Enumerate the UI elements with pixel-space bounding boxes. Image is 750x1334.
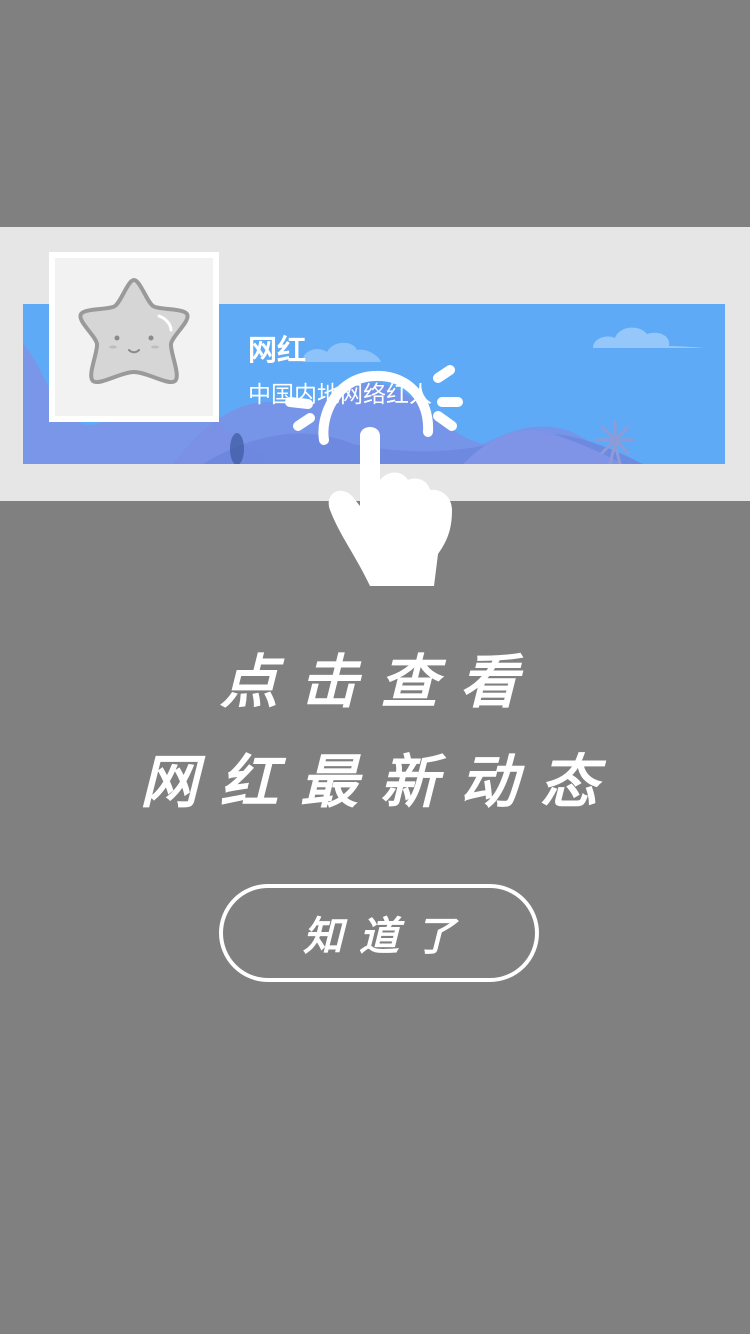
star-mascot-icon [78, 278, 190, 385]
guide-headline-line2: 网红最新动态 [139, 748, 620, 816]
got-it-button-label: 知道了 [303, 913, 471, 960]
guide-headline-line1: 点击查看 [219, 648, 540, 716]
category-avatar[interactable] [49, 252, 219, 422]
avatar-background [55, 258, 213, 416]
guide-overlay-page: 网红 中国内地网络红人 点击查看 网红最新动态 知道了 [0, 0, 750, 1334]
tap-hand-icon [285, 365, 463, 586]
got-it-button[interactable]: 知道了 [219, 884, 539, 982]
